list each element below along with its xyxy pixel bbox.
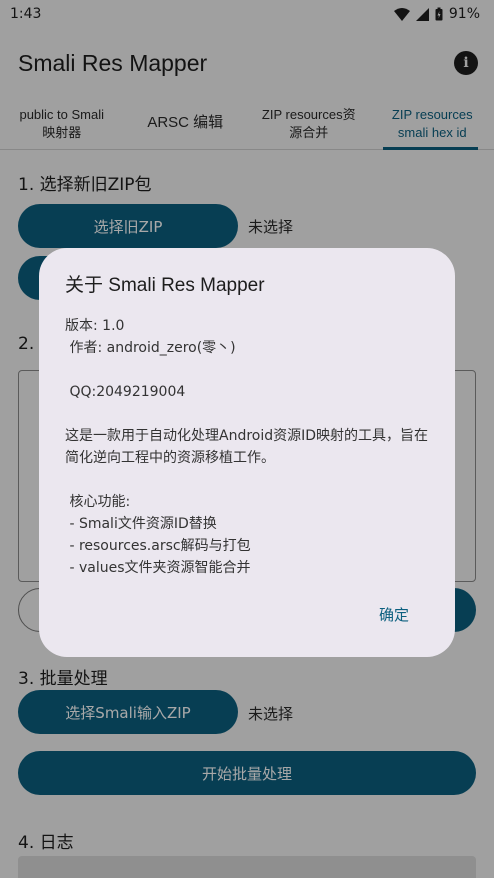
dialog-title: 关于 Smali Res Mapper <box>65 275 265 296</box>
dialog-author: 作者: android_zero(零丶) <box>65 340 236 356</box>
dialog-feature-item: - Smali文件资源ID替换 <box>65 516 217 532</box>
dialog-ok-button[interactable]: 确定 <box>379 604 409 625</box>
dialog-feature-item: - resources.arsc解码与打包 <box>65 538 251 554</box>
dialog-features-title: 核心功能: <box>65 494 131 510</box>
dialog-feature-item: - values文件夹资源智能合并 <box>65 560 251 576</box>
dialog-body: 版本: 1.0 作者: android_zero(零丶) QQ:20492190… <box>65 315 429 579</box>
dialog-qq: QQ:2049219004 <box>65 384 186 400</box>
about-dialog: 关于 Smali Res Mapper 版本: 1.0 作者: android_… <box>39 248 455 657</box>
dialog-version: 版本: 1.0 <box>65 318 125 334</box>
dialog-description: 这是一款用于自动化处理Android资源ID映射的工具，旨在简化逆向工程中的资源… <box>65 428 429 466</box>
